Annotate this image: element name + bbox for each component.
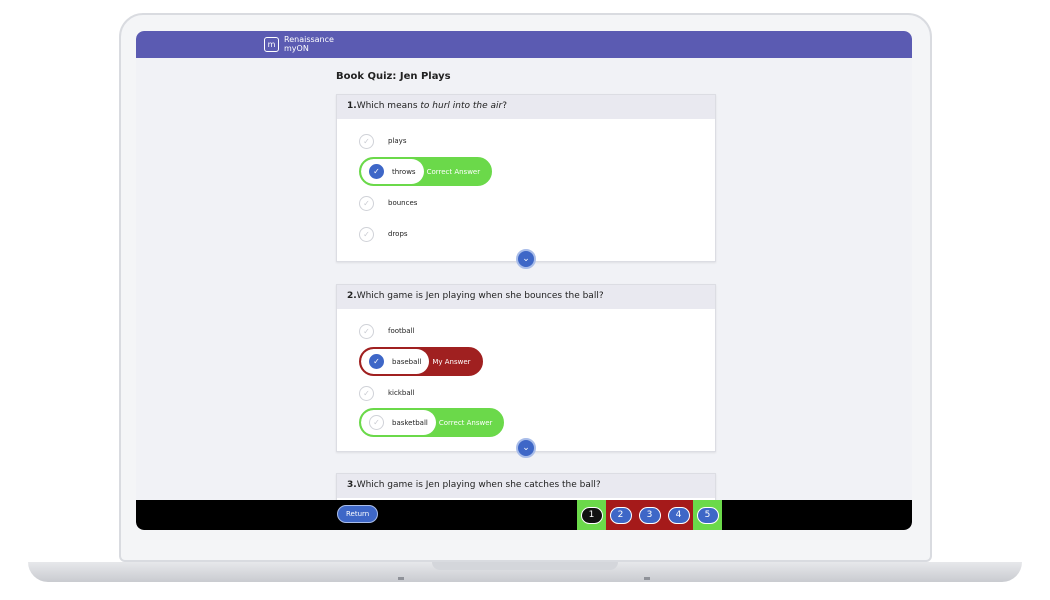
answer-option[interactable]: ✓ kickball <box>359 379 415 407</box>
laptop-foot <box>644 577 650 580</box>
answer-label: plays <box>388 137 407 145</box>
page-cell-correct[interactable]: 1 <box>577 500 606 530</box>
question-text-end: ? <box>502 101 507 111</box>
page-cell-incorrect[interactable]: 2 <box>606 500 635 530</box>
chevron-down-icon[interactable]: ⌄ <box>516 438 536 458</box>
answer-option-my-answer[interactable]: ✓ baseball My Answer <box>359 347 483 376</box>
laptop-foot <box>398 577 404 580</box>
check-icon: ✓ <box>359 133 374 149</box>
laptop-notch <box>432 562 618 570</box>
question-header: 3.Which game is Jen playing when she cat… <box>337 474 715 498</box>
check-icon: ✓ <box>359 385 374 401</box>
answer-label: throws <box>392 167 416 176</box>
answer-label: kickball <box>388 389 415 397</box>
page-cell-incorrect[interactable]: 4 <box>664 500 693 530</box>
answer-option[interactable]: ✓ football <box>359 317 414 345</box>
bottom-navigation-bar: Return 1 2 3 4 5 <box>136 500 912 530</box>
page-button-2[interactable]: 2 <box>609 506 632 524</box>
question-header: 1.Which means to hurl into the air? <box>337 95 715 119</box>
answer-option[interactable]: ✓ drops <box>359 220 408 248</box>
chevron-down-icon[interactable]: ⌄ <box>516 249 536 269</box>
brand-product: myON <box>284 44 309 53</box>
check-icon: ✓ <box>359 323 374 339</box>
question-number: 1. <box>347 101 357 111</box>
brand-name: Renaissance <box>284 35 334 44</box>
answer-option[interactable]: ✓ plays <box>359 127 406 155</box>
page-button-1[interactable]: 1 <box>580 506 603 524</box>
question-text: Which game is Jen playing when she catch… <box>356 480 601 490</box>
check-icon: ✓ <box>359 226 374 242</box>
question-text: Which game is Jen playing when she bounc… <box>356 291 604 301</box>
answer-label: bounces <box>388 199 418 207</box>
myon-logo-icon: m <box>264 36 279 52</box>
answer-option-correct[interactable]: ✓ throws Correct Answer <box>359 157 493 186</box>
correct-answer-badge: Correct Answer <box>438 418 493 427</box>
app-screen: m Renaissance myON Book Quiz: Jen Plays … <box>136 31 912 530</box>
question-card-1: 1.Which means to hurl into the air? ✓ pl… <box>336 94 716 262</box>
my-answer-badge: My Answer <box>432 357 471 366</box>
answer-option-correct[interactable]: ✓ basketball Correct Answer <box>359 408 505 437</box>
check-icon: ✓ <box>369 354 384 369</box>
page-cell-incorrect[interactable]: 3 <box>635 500 664 530</box>
answer-label: basketball <box>392 418 428 427</box>
app-header: m Renaissance myON <box>136 31 912 58</box>
brand-logo[interactable]: m Renaissance myON <box>264 35 334 53</box>
page-button-4[interactable]: 4 <box>667 506 690 524</box>
page-title: Book Quiz: Jen Plays <box>336 71 451 82</box>
question-header: 2.Which game is Jen playing when she bou… <box>337 285 715 309</box>
answer-label: football <box>388 327 415 335</box>
question-emphasis: to hurl into the air <box>420 101 503 111</box>
page-button-5[interactable]: 5 <box>696 506 719 524</box>
check-icon: ✓ <box>359 195 374 211</box>
check-icon: ✓ <box>369 415 384 430</box>
page-button-3[interactable]: 3 <box>638 506 661 524</box>
answer-label: baseball <box>392 357 422 366</box>
check-icon: ✓ <box>369 164 384 179</box>
question-pager: 1 2 3 4 5 <box>577 500 722 530</box>
question-text: Which means <box>356 101 421 111</box>
return-button[interactable]: Return <box>337 505 379 523</box>
answer-label: drops <box>388 230 408 238</box>
correct-answer-badge: Correct Answer <box>426 167 481 176</box>
question-number: 2. <box>347 291 357 301</box>
question-number: 3. <box>347 480 357 490</box>
page-cell-correct[interactable]: 5 <box>693 500 722 530</box>
question-card-2: 2.Which game is Jen playing when she bou… <box>336 284 716 452</box>
answer-option[interactable]: ✓ bounces <box>359 189 417 217</box>
